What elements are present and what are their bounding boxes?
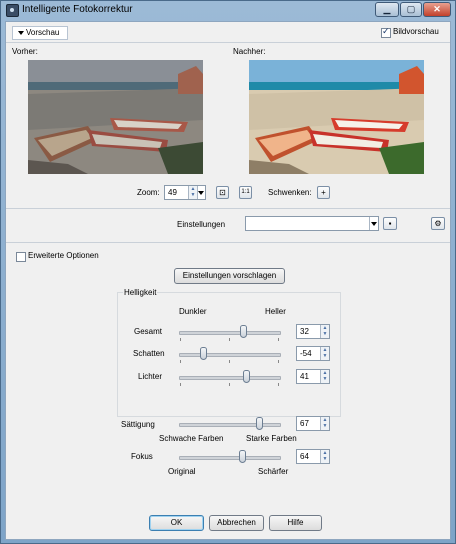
pan-icon[interactable]: + [317,186,330,199]
focus-spinner[interactable]: ▲ ▼ [320,450,329,463]
weak-colors-label: Schwache Farben [159,434,224,443]
divider [6,208,450,209]
highlights-label: Lichter [138,372,163,381]
chevron-down-icon [18,31,24,35]
before-label: Vorher: [12,47,38,56]
minimize-button[interactable]: ▁ [375,2,399,17]
app-icon [6,4,19,17]
before-image[interactable] [28,60,203,174]
overall-value: 32 [300,327,309,336]
dialog-client: Vorschau Bildvorschau Vorher: Nachher: [5,21,451,540]
advanced-options-checkbox[interactable] [16,252,26,262]
help-button[interactable]: Hilfe [269,515,322,531]
pan-label: Schwenken: [268,188,312,197]
focus-label: Fokus [131,452,153,461]
title-bar[interactable]: Intelligente Fotokorrektur ▁ ▢ ✕ [1,1,455,19]
overall-slider-thumb[interactable] [240,325,247,338]
dialog-window: Intelligente Fotokorrektur ▁ ▢ ✕ Vorscha… [0,0,456,544]
settings-label: Einstellungen [177,220,226,229]
focus-value-input[interactable]: 64 ▲ ▼ [296,449,330,464]
darker-label: Dunkler [179,307,207,316]
saturation-label: Sättigung [121,420,155,429]
focus-value: 64 [300,452,309,461]
overall-spinner[interactable]: ▲ ▼ [320,325,329,338]
save-icon[interactable]: ▪ [383,217,397,230]
divider [6,42,450,43]
zoom-label: Zoom: [137,188,160,197]
chevron-down-icon[interactable] [369,217,378,230]
original-label: Original [168,467,196,476]
highlights-value-input[interactable]: 41 ▲ ▼ [296,369,330,384]
highlights-slider-thumb[interactable] [243,370,250,383]
saturation-value: 67 [300,419,309,428]
zoom-input[interactable]: 49 ▲ ▼ [164,185,206,200]
shadows-spinner[interactable]: ▲ ▼ [320,347,329,360]
close-button[interactable]: ✕ [423,2,451,17]
focus-slider-thumb[interactable] [239,450,246,463]
highlights-value: 41 [300,372,309,381]
preview-checkbox-label: Bildvorschau [393,27,439,36]
after-image[interactable] [249,60,424,174]
overall-value-input[interactable]: 32 ▲ ▼ [296,324,330,339]
shadows-slider-thumb[interactable] [200,347,207,360]
actual-size-button[interactable]: 1:1 [239,186,252,199]
brighter-label: Heller [265,307,286,316]
focus-slider-track[interactable] [179,456,281,460]
zoom-spinner[interactable]: ▲ ▼ [188,186,197,199]
highlights-spinner[interactable]: ▲ ▼ [320,370,329,383]
zoom-value: 49 [168,188,177,197]
fit-window-icon[interactable]: ⊡ [216,186,229,199]
advanced-options-label: Erweiterte Optionen [28,251,99,260]
sharper-label: Schärfer [258,467,289,476]
saturation-slider-thumb[interactable] [256,417,263,430]
preview-toggle[interactable]: Vorschau [12,26,68,40]
preview-checkbox[interactable] [381,26,391,38]
window-title: Intelligente Fotokorrektur [22,4,133,15]
maximize-button[interactable]: ▢ [400,2,422,17]
shadows-value-input[interactable]: -54 ▲ ▼ [296,346,330,361]
after-label: Nachher: [233,47,266,56]
ok-button[interactable]: OK [149,515,204,531]
zoom-dropdown[interactable] [197,186,205,199]
shadows-value: -54 [300,349,312,358]
preview-toggle-label: Vorschau [26,28,60,37]
strong-colors-label: Starke Farben [246,434,297,443]
overall-label: Gesamt [134,327,163,336]
suggest-settings-button[interactable]: Einstellungen vorschlagen [174,268,285,284]
settings-dropdown[interactable] [245,216,379,231]
highlights-slider-track[interactable] [179,376,281,380]
preset-manager-icon[interactable]: ⚙ [431,217,445,230]
overall-slider-track[interactable] [179,331,281,335]
cancel-button[interactable]: Abbrechen [209,515,264,531]
saturation-value-input[interactable]: 67 ▲ ▼ [296,416,330,431]
shadows-label: Schatten [133,349,165,358]
shadows-slider-track[interactable] [179,353,281,357]
saturation-spinner[interactable]: ▲ ▼ [320,417,329,430]
brightness-group-label: Helligkeit [123,288,158,297]
saturation-slider-track[interactable] [179,423,281,427]
divider [6,242,450,243]
